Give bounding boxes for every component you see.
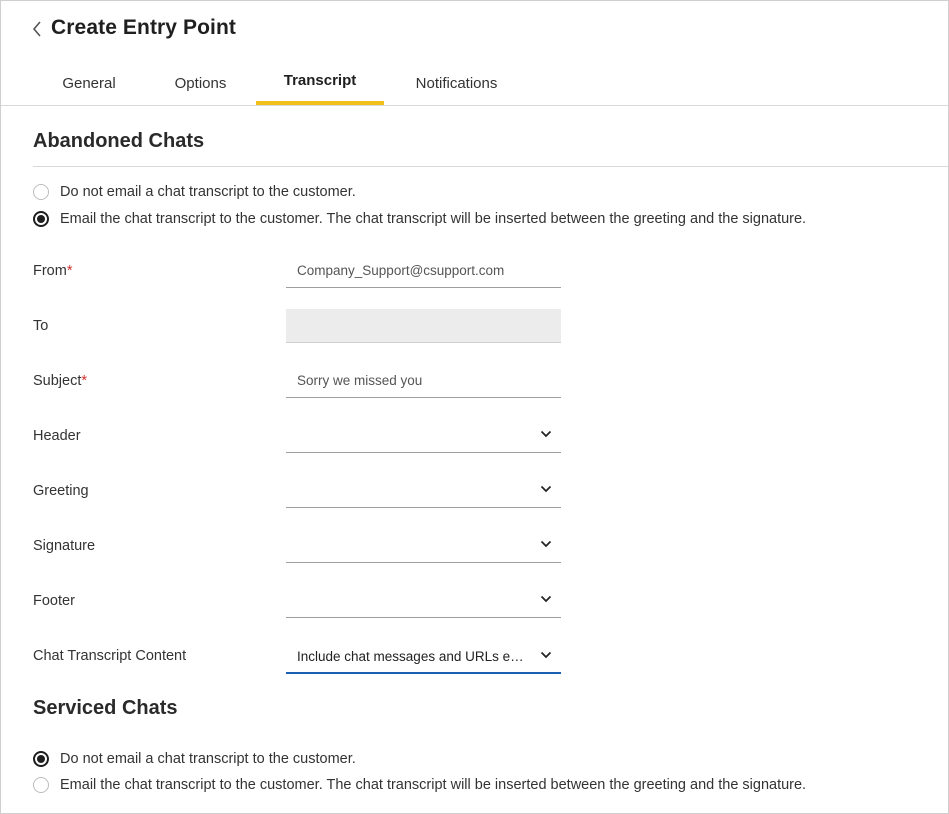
chat-transcript-content-label: Chat Transcript Content	[33, 648, 187, 664]
required-mark: *	[66, 263, 73, 279]
signature-label: Signature	[33, 538, 96, 554]
to-label: To	[33, 318, 49, 334]
chevron-down-icon	[540, 651, 552, 659]
chevron-down-icon	[540, 595, 552, 603]
chevron-down-icon	[540, 430, 552, 438]
abandoned-chats-heading: Abandoned Chats	[33, 130, 205, 152]
header-select[interactable]	[286, 419, 561, 453]
page-title: Create Entry Point	[51, 16, 237, 39]
chevron-down-icon	[540, 540, 552, 548]
serviced-email-option[interactable]: Email the chat transcript to the custome…	[33, 774, 806, 796]
serviced-no-email-option[interactable]: Do not email a chat transcript to the cu…	[33, 748, 356, 770]
header-label: Header	[33, 428, 81, 444]
signature-select[interactable]	[286, 529, 561, 563]
radio-button[interactable]	[33, 184, 49, 200]
tab-label: General	[62, 74, 116, 92]
radio-label: Email the chat transcript to the custome…	[60, 211, 807, 227]
greeting-label: Greeting	[33, 483, 89, 499]
radio-button[interactable]	[33, 777, 49, 793]
tab-label: Transcript	[283, 71, 357, 89]
abandoned-email-option[interactable]: Email the chat transcript to the custome…	[33, 208, 806, 230]
footer-select[interactable]	[286, 584, 561, 618]
chevron-left-icon	[32, 21, 41, 37]
radio-label: Email the chat transcript to the custome…	[60, 777, 807, 793]
subject-field[interactable]: Sorry we missed you	[286, 364, 561, 398]
abandoned-no-email-option[interactable]: Do not email a chat transcript to the cu…	[33, 181, 356, 203]
tab-label: Notifications	[415, 74, 498, 92]
required-mark: *	[81, 373, 88, 389]
chat-transcript-content-value: Include chat messages and URLs exchanged	[297, 649, 527, 664]
chevron-down-icon	[540, 485, 552, 493]
section-divider	[33, 166, 948, 167]
from-field[interactable]: Company_Support@csupport.com	[286, 254, 561, 288]
serviced-chats-heading: Serviced Chats	[33, 697, 178, 719]
subject-label: Subject*	[33, 373, 88, 389]
tab-bar: General Options Transcript Notifications	[33, 61, 529, 105]
tab-label: Options	[174, 74, 227, 92]
greeting-select[interactable]	[286, 474, 561, 508]
to-field	[286, 309, 561, 343]
tab-transcript[interactable]: Transcript	[256, 61, 384, 105]
subject-value: Sorry we missed you	[297, 373, 423, 388]
back-button[interactable]	[31, 20, 43, 38]
radio-button[interactable]	[33, 751, 49, 767]
tab-general[interactable]: General	[33, 61, 145, 105]
radio-button[interactable]	[33, 211, 49, 227]
from-label: From*	[33, 263, 73, 279]
chat-transcript-content-select[interactable]: Include chat messages and URLs exchanged	[286, 640, 561, 674]
radio-label: Do not email a chat transcript to the cu…	[60, 751, 356, 767]
from-value: Company_Support@csupport.com	[297, 263, 505, 278]
tab-options[interactable]: Options	[145, 61, 256, 105]
radio-label: Do not email a chat transcript to the cu…	[60, 184, 356, 200]
footer-label: Footer	[33, 593, 75, 609]
create-entry-point-panel: Create Entry Point General Options Trans…	[0, 0, 949, 814]
page-header: Create Entry Point General Options Trans…	[1, 1, 948, 106]
tab-notifications[interactable]: Notifications	[384, 61, 529, 105]
